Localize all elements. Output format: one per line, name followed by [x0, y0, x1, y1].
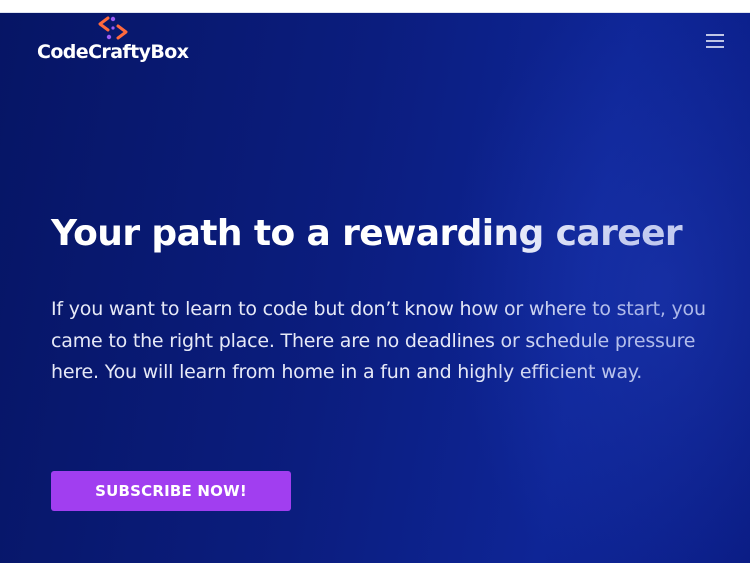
- hero-headline: Your path to a rewarding career: [51, 213, 683, 254]
- subscribe-button[interactable]: SUBSCRIBE NOW!: [51, 471, 291, 511]
- top-browser-strip: [0, 0, 750, 13]
- hero-section: CodeCraftyBox Your path to a rewarding c…: [0, 13, 750, 563]
- menu-line: [706, 34, 724, 36]
- menu-line: [706, 40, 724, 42]
- hero-intro-text: If you want to learn to code but don’t k…: [51, 298, 706, 383]
- menu-line: [706, 46, 724, 48]
- hamburger-menu-icon[interactable]: [702, 32, 728, 50]
- site-logo[interactable]: CodeCraftyBox: [37, 13, 197, 69]
- code-brackets-icon: [98, 16, 128, 40]
- logo-text: CodeCraftyBox: [37, 41, 189, 63]
